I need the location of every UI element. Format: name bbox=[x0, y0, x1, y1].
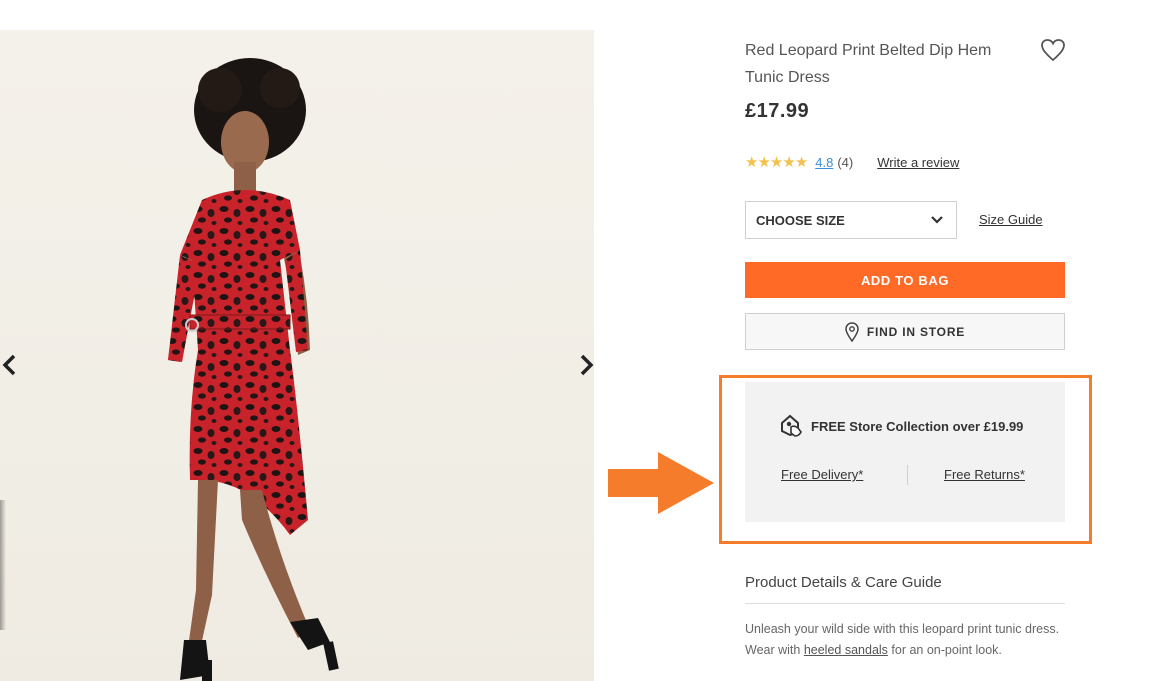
star-icon: ★ bbox=[794, 153, 808, 171]
find-in-store-label: FIND IN STORE bbox=[866, 324, 966, 339]
description-text-end: for an on-point look. bbox=[887, 643, 1002, 657]
star-icon: ★ bbox=[745, 153, 758, 171]
gallery-next-button[interactable] bbox=[574, 350, 594, 380]
gallery-edge bbox=[0, 500, 6, 630]
product-title: Red Leopard Print Belted Dip Hem Tunic D… bbox=[745, 42, 992, 86]
size-guide-link[interactable]: Size Guide bbox=[979, 212, 1043, 227]
annotation-arrow-icon bbox=[608, 452, 714, 514]
star-rating: ★ ★ ★ ★ ★ bbox=[745, 153, 808, 171]
chevron-right-icon bbox=[580, 354, 594, 376]
size-select-label: CHOOSE SIZE bbox=[756, 212, 845, 228]
wishlist-button[interactable] bbox=[1040, 38, 1066, 67]
product-image bbox=[168, 58, 339, 681]
rating-value-link[interactable]: 4.8 bbox=[815, 155, 833, 170]
details-divider bbox=[745, 603, 1065, 604]
star-icon: ★ bbox=[782, 153, 795, 171]
product-description: Unleash your wild side with this leopard… bbox=[745, 619, 1065, 661]
write-review-link[interactable]: Write a review bbox=[877, 155, 959, 170]
chevron-down-icon bbox=[931, 216, 943, 224]
product-details-heading[interactable]: Product Details & Care Guide bbox=[745, 574, 942, 591]
chevron-left-icon bbox=[2, 354, 16, 376]
product-price: £17.99 bbox=[745, 100, 810, 122]
gallery-prev-button[interactable] bbox=[0, 350, 22, 380]
review-count: (4) bbox=[837, 154, 854, 170]
size-select[interactable]: CHOOSE SIZE bbox=[745, 201, 957, 239]
heeled-sandals-link[interactable]: heeled sandals bbox=[804, 643, 888, 657]
find-in-store-button[interactable]: FIND IN STORE bbox=[745, 313, 1065, 350]
annotation-highlight-box bbox=[719, 375, 1092, 544]
location-pin-icon bbox=[845, 321, 859, 342]
star-icon: ★ bbox=[757, 153, 770, 171]
star-icon: ★ bbox=[769, 153, 783, 171]
rating-row: ★ ★ ★ ★ ★ 4.8 (4) Write a review bbox=[745, 152, 959, 172]
product-gallery bbox=[0, 30, 594, 681]
add-to-bag-button[interactable]: ADD TO BAG bbox=[745, 262, 1065, 298]
heart-outline-icon bbox=[1041, 39, 1065, 62]
